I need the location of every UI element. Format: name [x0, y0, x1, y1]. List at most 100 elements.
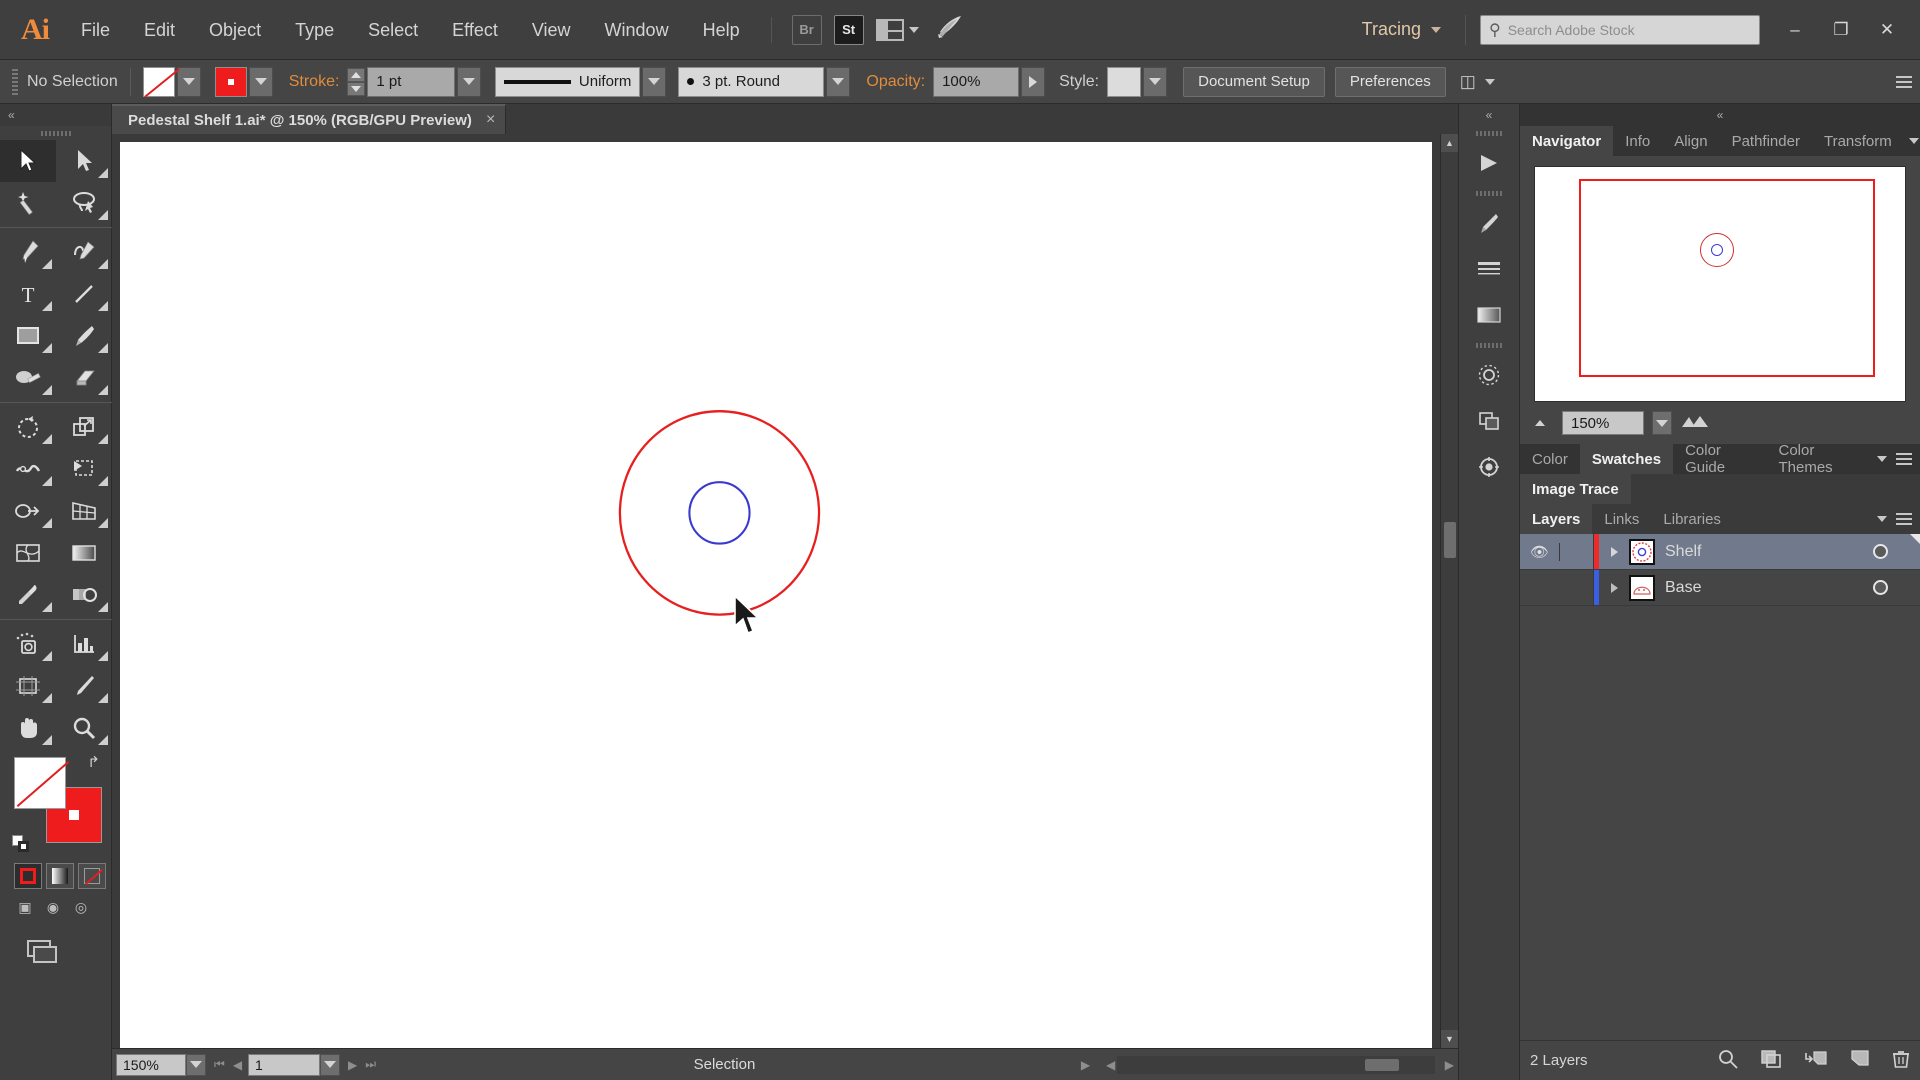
fill-color-box[interactable]: [14, 757, 66, 809]
tab-color[interactable]: Color: [1520, 444, 1580, 474]
arrange-documents-button[interactable]: [875, 18, 919, 41]
hscroll-left-icon[interactable]: ◀: [1106, 1058, 1115, 1072]
tab-pathfinder[interactable]: Pathfinder: [1719, 126, 1812, 156]
menu-file[interactable]: File: [64, 8, 127, 52]
tools-collapse-button[interactable]: «: [0, 104, 111, 126]
scale-tool[interactable]: [56, 406, 112, 448]
chevron-down-icon[interactable]: [1484, 78, 1495, 85]
pen-tool[interactable]: [0, 231, 56, 273]
symbols-panel-icon[interactable]: [1459, 444, 1519, 490]
eraser-tool[interactable]: [56, 357, 112, 399]
properties-panel-icon[interactable]: [1459, 140, 1519, 186]
canvas-vertical-scrollbar[interactable]: ▲ ▼: [1440, 134, 1458, 1048]
panel-menu-icon[interactable]: [1896, 75, 1912, 88]
layer-list[interactable]: 👁 Shelf Base: [1520, 534, 1920, 1040]
fill-swatch[interactable]: [142, 66, 175, 97]
expand-layer-icon[interactable]: [1599, 582, 1629, 593]
zoom-level-dropdown[interactable]: [186, 1053, 206, 1076]
status-text[interactable]: Selection: [694, 1056, 756, 1073]
visibility-toggle-icon[interactable]: 👁: [1520, 542, 1560, 561]
stock-icon[interactable]: St: [833, 14, 864, 45]
layers-panel-menu[interactable]: [1872, 504, 1920, 534]
line-segment-tool[interactable]: [56, 273, 112, 315]
control-bar-grip[interactable]: [12, 68, 18, 95]
hscroll-right-icon[interactable]: ▶: [1445, 1058, 1454, 1072]
fill-dropdown-button[interactable]: [176, 66, 201, 97]
canvas-horizontal-scrollbar[interactable]: [1117, 1055, 1435, 1074]
target-indicator[interactable]: [1854, 580, 1906, 595]
create-new-sublayer-icon[interactable]: [1804, 1049, 1828, 1073]
artboard-nav-prev[interactable]: ◀: [233, 1058, 242, 1072]
zoom-out-icon[interactable]: [1532, 414, 1554, 433]
menu-edit[interactable]: Edit: [127, 8, 192, 52]
opacity-flyout-button[interactable]: [1021, 66, 1046, 97]
menu-help[interactable]: Help: [686, 8, 757, 52]
locate-object-icon[interactable]: [1718, 1049, 1738, 1073]
artboard[interactable]: [120, 142, 1432, 1048]
rocket-icon[interactable]: [935, 14, 965, 45]
lock-toggle[interactable]: [1560, 570, 1594, 605]
column-graph-tool[interactable]: [56, 623, 112, 665]
menu-view[interactable]: View: [515, 8, 588, 52]
brush-definition-dropdown[interactable]: [826, 66, 851, 97]
artboard-nav-first[interactable]: ⏮: [214, 1057, 225, 1072]
rotate-tool[interactable]: [0, 406, 56, 448]
stroke-weight-stepper[interactable]: [347, 67, 366, 96]
curvature-tool[interactable]: [56, 231, 112, 273]
appearance-panel-icon[interactable]: [1459, 352, 1519, 398]
stroke-panel-icon[interactable]: [1459, 246, 1519, 292]
scroll-track-vertical[interactable]: [1441, 152, 1458, 1030]
opacity-field[interactable]: 100%: [933, 66, 1020, 97]
close-button[interactable]: ✕: [1864, 11, 1910, 49]
slice-tool[interactable]: [56, 665, 112, 707]
menu-window[interactable]: Window: [588, 8, 686, 52]
artboard-number-field[interactable]: 1: [248, 1053, 321, 1076]
change-screen-mode-icon[interactable]: [0, 917, 111, 970]
artboard-tool[interactable]: [0, 665, 56, 707]
swap-fill-stroke-icon[interactable]: ↱: [87, 753, 100, 771]
dock-grip[interactable]: [1459, 126, 1519, 140]
gradient-panel-icon[interactable]: [1459, 292, 1519, 338]
navigator-panel-menu[interactable]: [1903, 126, 1920, 156]
lock-toggle[interactable]: [1560, 534, 1594, 569]
stroke-profile-combo[interactable]: Uniform: [495, 66, 667, 97]
close-icon[interactable]: ×: [486, 111, 495, 129]
gradient-tool[interactable]: [56, 532, 112, 574]
layer-name[interactable]: Base: [1665, 579, 1854, 597]
target-indicator[interactable]: [1854, 544, 1906, 559]
document-tab[interactable]: Pedestal Shelf 1.ai* @ 150% (RGB/GPU Pre…: [112, 104, 507, 134]
canvas-scroll-area[interactable]: [112, 134, 1440, 1048]
stroke-weight-label[interactable]: Stroke:: [289, 73, 340, 91]
stroke-swatch[interactable]: [214, 66, 247, 97]
symbol-sprayer-tool[interactable]: [0, 623, 56, 665]
search-input[interactable]: ⚲ Search Adobe Stock: [1480, 14, 1760, 45]
navigator-preview[interactable]: [1534, 166, 1906, 402]
panels-collapse-button[interactable]: «: [1520, 104, 1920, 126]
stroke-weight-field[interactable]: 1 pt: [367, 66, 456, 97]
tab-color-themes[interactable]: Color Themes: [1766, 442, 1872, 476]
stroke-profile-dropdown[interactable]: [642, 66, 667, 97]
shape-builder-tool[interactable]: [0, 490, 56, 532]
rectangle-tool[interactable]: [0, 315, 56, 357]
align-to-selection-icon[interactable]: ◫: [1460, 72, 1476, 92]
blend-tool[interactable]: [56, 574, 112, 616]
graphic-style-dropdown[interactable]: [1143, 66, 1168, 97]
tab-info[interactable]: Info: [1613, 126, 1663, 156]
make-clipping-mask-icon[interactable]: [1760, 1049, 1782, 1073]
free-transform-tool[interactable]: [56, 448, 112, 490]
dock-grip[interactable]: [1459, 186, 1519, 200]
drawing-mode-inside-icon[interactable]: ◎: [70, 897, 92, 917]
layer-row-base[interactable]: Base: [1520, 570, 1920, 606]
paintbrush-tool[interactable]: [56, 315, 112, 357]
create-new-layer-icon[interactable]: [1850, 1049, 1870, 1073]
artboard-nav-last[interactable]: ⏭: [365, 1057, 376, 1072]
artboard-nav-next[interactable]: ▶: [348, 1058, 357, 1072]
tab-color-guide[interactable]: Color Guide: [1673, 442, 1767, 476]
tab-navigator[interactable]: Navigator: [1520, 126, 1614, 156]
dock-grip[interactable]: [1459, 338, 1519, 352]
drawing-mode-normal-icon[interactable]: ▣: [14, 897, 36, 917]
scroll-thumb-horizontal[interactable]: [1365, 1058, 1400, 1071]
transparency-panel-icon[interactable]: [1459, 398, 1519, 444]
tab-libraries[interactable]: Libraries: [1651, 504, 1733, 534]
tab-layers[interactable]: Layers: [1520, 504, 1593, 534]
